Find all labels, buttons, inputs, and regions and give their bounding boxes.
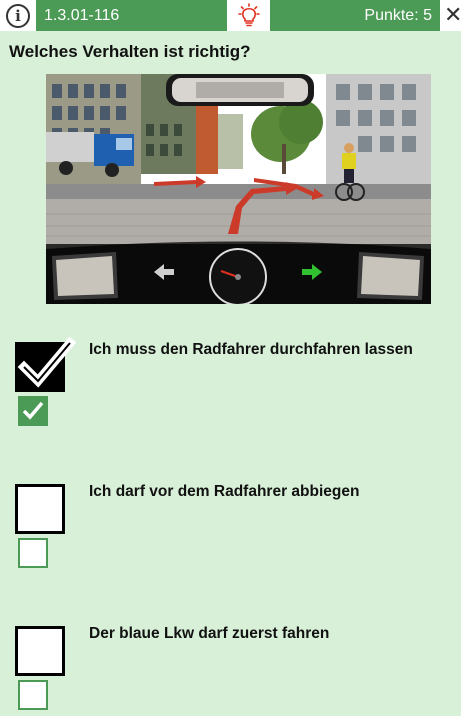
answer-option-3: Der blaue Lkw darf zuerst fahren bbox=[0, 622, 461, 716]
answer-checkbox-1[interactable] bbox=[15, 337, 76, 392]
question-id: 1.3.01-116 bbox=[44, 7, 120, 24]
info-icon[interactable]: i bbox=[6, 4, 30, 28]
answer-text-3: Der blaue Lkw darf zuerst fahren bbox=[89, 625, 330, 642]
top-bar: i 1.3.01-116 Punkte: 5 ✕ bbox=[0, 0, 461, 31]
answer-text-1: Ich muss den Radfahrer durchfahren lasse… bbox=[89, 341, 413, 358]
answer-option-2: Ich darf vor dem Radfahrer abbiegen bbox=[0, 480, 461, 580]
solution-checkbox-3 bbox=[18, 680, 48, 710]
solution-checkbox-2 bbox=[18, 538, 48, 568]
answer-text-2: Ich darf vor dem Radfahrer abbiegen bbox=[89, 483, 360, 500]
solution-checkbox-1 bbox=[18, 396, 48, 426]
lightbulb-icon[interactable] bbox=[232, 0, 266, 31]
question-text: Welches Verhalten ist richtig? bbox=[9, 42, 251, 61]
points-badge: Punkte: 5 bbox=[270, 0, 440, 31]
question-id-badge: 1.3.01-116 bbox=[36, 0, 227, 31]
answer-checkbox-2[interactable] bbox=[15, 484, 65, 534]
points-label: Punkte: 5 bbox=[364, 7, 432, 24]
close-icon[interactable]: ✕ bbox=[444, 3, 461, 27]
question-image bbox=[46, 74, 431, 304]
answer-checkbox-3[interactable] bbox=[15, 626, 65, 676]
answer-option-1: Ich muss den Radfahrer durchfahren lasse… bbox=[0, 337, 461, 438]
